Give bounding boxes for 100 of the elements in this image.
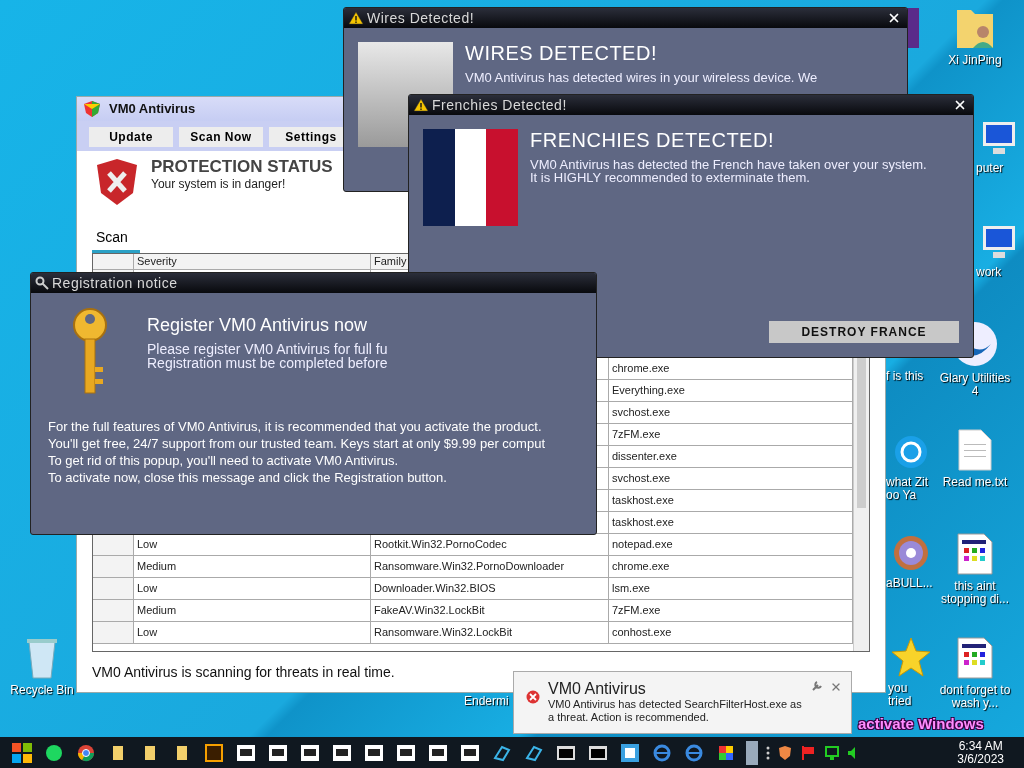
toolbar-button[interactable]: Update xyxy=(89,126,173,147)
archive-app-icon xyxy=(429,743,447,762)
warning-icon xyxy=(413,98,429,112)
toolbar-button[interactable]: Scan Now xyxy=(179,126,263,147)
tray-scroll-icon[interactable] xyxy=(746,740,758,765)
monitor-icon xyxy=(824,744,840,761)
desktop-icon-label: you tried xyxy=(888,682,913,708)
process-cell: lsm.exe xyxy=(609,577,853,600)
text-file-icon[interactable] xyxy=(957,428,993,472)
family-cell: Ransomware.Win32.LockBit xyxy=(371,621,609,644)
severity-cell: Medium xyxy=(134,599,371,622)
corner-header-cell xyxy=(93,253,134,270)
speaker-icon xyxy=(848,746,856,759)
notification-text: VM0 Antivirus has detected SearchFilterHost.exe as a threat. Action is recommended. xyxy=(548,698,803,724)
shield-icon xyxy=(778,744,792,761)
flag-icon xyxy=(800,744,816,761)
process-cell: taskhost.exe xyxy=(609,489,853,512)
desktop-icon-label: aBULL... xyxy=(886,577,934,590)
more-icon[interactable] xyxy=(766,744,770,761)
program-window-icon[interactable] xyxy=(956,636,994,680)
archive-app-icon xyxy=(301,743,319,762)
status-text: Your system is in danger! xyxy=(151,176,287,191)
clock[interactable]: 6:34 AM 3/6/2023 xyxy=(941,739,1020,766)
wrench-icon[interactable] xyxy=(811,680,823,692)
star-icon[interactable] xyxy=(891,636,931,678)
desktop-icon-label: work xyxy=(976,266,1003,279)
desktop-icon-label: Recycle Bin xyxy=(10,684,74,697)
disc-icon[interactable] xyxy=(893,533,929,573)
dialog-heading: FRENCHIES DETECTED! xyxy=(530,129,775,152)
folder-icon xyxy=(176,743,188,762)
row-header-cell[interactable] xyxy=(93,599,134,622)
family-cell: Ransomware.Win32.PornoDownloader xyxy=(371,555,609,578)
process-cell: notepad.exe xyxy=(609,533,853,556)
process-cell: Everything.exe xyxy=(609,379,853,402)
dialog-message: VM0 Antivirus has detected the French have taken over your system. It is HIGHLY recommended to exterminate them. xyxy=(530,158,928,184)
app-icon xyxy=(205,743,223,762)
status-title: PROTECTION STATUS xyxy=(151,156,333,177)
window-title: VM0 Antivirus xyxy=(109,101,196,117)
dialog-title: Wires Detected! xyxy=(367,10,476,26)
archive-app-icon xyxy=(269,743,287,762)
row-header-cell[interactable] xyxy=(93,555,134,578)
desktop-icon-label: dont forget to wash y... xyxy=(938,684,1012,710)
error-icon xyxy=(526,690,540,704)
archive-app-icon xyxy=(397,743,415,762)
dialog-message-line: Please register VM0 Antivirus for full fu xyxy=(147,342,388,356)
status-bar-text: VM0 Antivirus is scanning for threats in real time. xyxy=(92,664,395,680)
process-cell: 7zFM.exe xyxy=(609,599,853,622)
severity-cell: Medium xyxy=(134,555,371,578)
dialog-message: VM0 Antivirus has detected wires in your wireless device. We xyxy=(465,71,818,84)
browser-e-icon xyxy=(653,743,671,762)
program-window-icon[interactable] xyxy=(956,532,994,576)
archive-app-icon xyxy=(333,743,351,762)
severity-cell: Low xyxy=(134,533,371,556)
chat-bubble-icon xyxy=(45,743,63,762)
severity-cell: Low xyxy=(134,621,371,644)
dialog-heading: Register VM0 Antivirus now xyxy=(147,315,369,336)
dialog-heading: WIRES DETECTED! xyxy=(465,42,658,65)
process-cell: dissenter.exe xyxy=(609,445,853,468)
archive-app-icon xyxy=(237,743,255,762)
process-cell: svchost.exe xyxy=(609,467,853,490)
process-cell: 7zFM.exe xyxy=(609,423,853,446)
dialog-paragraph-line: You'll get free, 24/7 support from our trusted team. Keys start at only $9.99 per comput xyxy=(48,436,546,451)
close-button[interactable] xyxy=(887,11,901,25)
close-button[interactable] xyxy=(953,98,967,112)
column-header[interactable]: Severity xyxy=(134,253,371,270)
browser-e-icon xyxy=(685,743,703,762)
dialog-paragraph-line: For the full features of VM0 Antivirus, it is recommended that you activate the product. xyxy=(48,419,543,434)
folder-icon xyxy=(144,743,156,762)
desktop-icon-label: puter xyxy=(976,162,1005,175)
severity-cell: Low xyxy=(134,577,371,600)
process-cell: chrome.exe xyxy=(609,555,853,578)
desktop-icon-label: Xi JinPing xyxy=(947,54,1003,67)
archive-app-icon xyxy=(461,743,479,762)
shield-error-icon xyxy=(95,156,139,207)
family-cell: Rootkit.Win32.PornoCodec xyxy=(371,533,609,556)
archive-app-icon xyxy=(365,743,383,762)
desktop-icon-label: what Zit oo Ya xyxy=(886,476,929,502)
command-prompt-icon xyxy=(589,743,607,762)
dialog-paragraph-line: To activate now, close this message and click the Registration button. xyxy=(48,470,448,485)
family-cell: FakeAV.Win32.LockBit xyxy=(371,599,609,622)
row-header-cell[interactable] xyxy=(93,533,134,556)
dialog-title: Registration notice xyxy=(52,275,179,291)
start-button[interactable] xyxy=(10,740,34,765)
row-header-cell[interactable] xyxy=(93,621,134,644)
desktop-icon-label: this aint stopping di... xyxy=(939,580,1010,606)
dialog-title: Frenchies Detected! xyxy=(432,97,568,113)
dialog-message-line: Registration must be completed before xyxy=(147,356,388,370)
warning-icon xyxy=(348,11,364,25)
process-cell: svchost.exe xyxy=(609,401,853,424)
dialog-paragraph-line: To get rid of this popup, you'll need to activate VM0 Antivirus. xyxy=(48,453,400,468)
activation-notice: activate Windows xyxy=(858,716,984,732)
row-header-cell[interactable] xyxy=(93,577,134,600)
desktop-icon-label: Endermi xyxy=(464,695,510,708)
destroy-button[interactable]: DESTROY FRANCE xyxy=(769,321,959,343)
browser-icon xyxy=(77,743,95,762)
shortcut-arrow-icon xyxy=(525,743,543,762)
folder-icon xyxy=(112,743,124,762)
shortcut-arrow-icon xyxy=(493,743,511,762)
shield-logo-icon xyxy=(83,99,101,118)
cube-icon xyxy=(717,743,735,762)
